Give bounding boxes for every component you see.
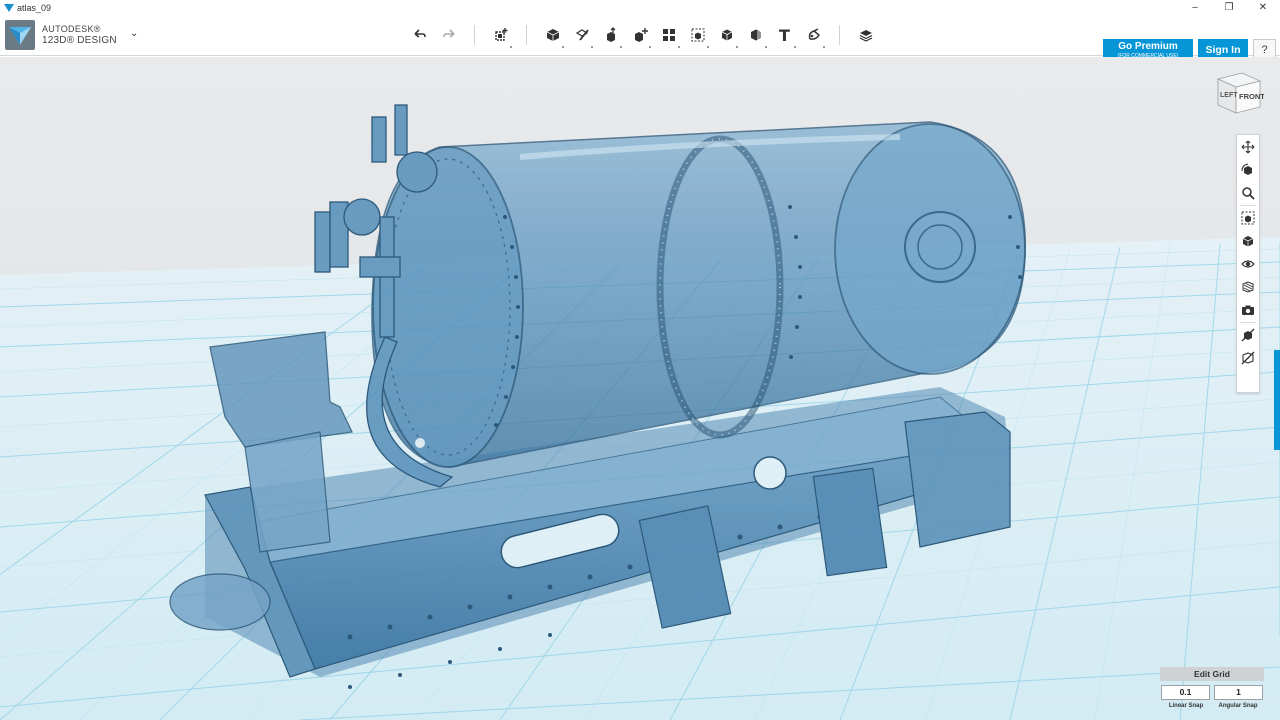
app-menu-chevron-icon[interactable]: ⌄: [130, 28, 138, 39]
window-title: atlas_09: [17, 2, 52, 13]
undo-button[interactable]: [407, 22, 433, 48]
maximize-button[interactable]: ❐: [1212, 0, 1246, 15]
tool-strip: T: [405, 22, 880, 48]
sketch-icon: [575, 29, 589, 41]
screenshot-button[interactable]: [1237, 299, 1259, 321]
orbit-icon: [1241, 163, 1252, 175]
hide-sketch-icon: [1241, 328, 1255, 342]
material-icon: [859, 30, 872, 42]
angular-snap-field[interactable]: 1: [1214, 685, 1263, 700]
grouping-button[interactable]: [685, 22, 711, 48]
title-bar: atlas_09 – ❐ ✕: [0, 0, 1280, 15]
snap-icon: [808, 28, 820, 40]
app-icon: [4, 3, 14, 12]
hide-mesh-icon: [1241, 351, 1255, 365]
modify-button[interactable]: [627, 22, 653, 48]
minimize-button[interactable]: –: [1178, 0, 1212, 15]
toolbar-divider: [526, 25, 527, 45]
material-button[interactable]: [853, 22, 879, 48]
viewcube-front-label: FRONT: [1239, 92, 1264, 101]
grouping-icon: [691, 28, 704, 42]
edit-grid-button[interactable]: Edit Grid: [1160, 667, 1264, 681]
main-toolbar: AUTODESK® 123D® DESIGN ⌄ T Go Premium (F…: [0, 15, 1280, 62]
primitives-icon: [546, 29, 559, 41]
brand-product: 123D® DESIGN: [42, 35, 117, 46]
pattern-icon: [662, 29, 675, 41]
construct-icon: [606, 27, 615, 42]
linear-snap-field[interactable]: 0.1: [1161, 685, 1210, 700]
primitives-button[interactable]: [540, 22, 566, 48]
go-premium-label: Go Premium: [1118, 41, 1178, 52]
redo-icon: [442, 29, 455, 38]
toolbar-divider: [839, 25, 840, 45]
linear-snap-label: Linear Snap: [1168, 703, 1204, 709]
visibility-button[interactable]: [1237, 253, 1259, 275]
orbit-button[interactable]: [1237, 159, 1259, 181]
zoom-button[interactable]: [1237, 182, 1259, 204]
modify-icon: [634, 28, 648, 42]
toolbar-divider: [474, 25, 475, 45]
material-display-button[interactable]: [1237, 276, 1259, 298]
snap-button[interactable]: [801, 22, 827, 48]
transform-button[interactable]: [488, 22, 514, 48]
view-icon: [1242, 236, 1254, 247]
navigation-bar: [1236, 134, 1260, 393]
view-cube[interactable]: LEFT FRONT: [1212, 69, 1264, 117]
visibility-icon: [1241, 260, 1255, 268]
scene-canvas: [0, 57, 1280, 720]
grid-panel: Edit Grid 0.1 1 Linear Snap Angular Snap: [1160, 667, 1264, 713]
sketch-button[interactable]: [569, 22, 595, 48]
pan-icon: [1241, 140, 1255, 154]
measure-button[interactable]: [743, 22, 769, 48]
measure-icon: [750, 29, 761, 41]
construct-button[interactable]: [598, 22, 624, 48]
redo-button[interactable]: [436, 22, 462, 48]
pattern-button[interactable]: [656, 22, 682, 48]
text-button[interactable]: T: [772, 22, 798, 48]
fit-button[interactable]: [1237, 207, 1259, 229]
text-icon: T: [779, 25, 790, 45]
brand-name[interactable]: AUTODESK® 123D® DESIGN: [42, 24, 117, 46]
pan-button[interactable]: [1237, 136, 1259, 158]
material-display-icon: [1242, 281, 1254, 293]
hide-sketch-button[interactable]: [1237, 324, 1259, 346]
hide-mesh-button[interactable]: [1237, 347, 1259, 369]
app-logo[interactable]: [5, 20, 35, 50]
angular-snap-label: Angular Snap: [1218, 703, 1258, 709]
side-panel-handle[interactable]: [1274, 350, 1280, 450]
fit-icon: [1241, 211, 1255, 225]
brand-company: AUTODESK®: [42, 24, 101, 34]
viewcube-left-label: LEFT: [1220, 92, 1238, 99]
combine-icon: [721, 29, 732, 41]
close-button[interactable]: ✕: [1246, 0, 1280, 15]
view-button[interactable]: [1237, 230, 1259, 252]
screenshot-icon: [1242, 305, 1254, 315]
3d-viewport[interactable]: [0, 57, 1280, 720]
transform-icon: [494, 28, 507, 41]
undo-icon: [413, 29, 426, 38]
zoom-icon: [1242, 187, 1255, 200]
combine-button[interactable]: [714, 22, 740, 48]
